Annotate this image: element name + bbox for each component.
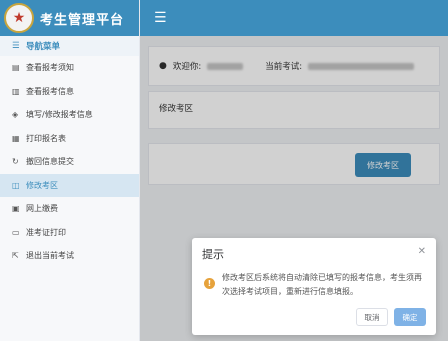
top-bar: ☰ bbox=[140, 0, 448, 36]
payment-icon: ▣ bbox=[12, 204, 20, 214]
nav-menu-header: ☰ 导航菜单 bbox=[0, 36, 139, 56]
sidebar-item-notice[interactable]: ▤ 查看报考须知 bbox=[0, 56, 139, 80]
sidebar-item-label: 准考证打印 bbox=[26, 227, 66, 237]
confirm-button[interactable]: 确定 bbox=[394, 308, 426, 326]
sidebar-item-admission-ticket[interactable]: ▭ 准考证打印 bbox=[0, 221, 139, 245]
sidebar-item-label: 查看报考须知 bbox=[26, 63, 74, 73]
dialog-message: 修改考区后系统将自动清除已填写的报考信息，考生须再次选择考试项目，重新进行信息填… bbox=[222, 273, 422, 296]
app-title: 考生管理平台 bbox=[40, 12, 125, 28]
sidebar-item-label: 填写/修改报考信息 bbox=[26, 110, 93, 120]
emblem-logo-icon: ★ bbox=[4, 3, 34, 33]
close-icon[interactable]: ✕ bbox=[418, 246, 426, 257]
sidebar-item-view-info[interactable]: ▥ 查看报考信息 bbox=[0, 80, 139, 104]
sidebar-item-label: 修改考区 bbox=[26, 180, 58, 190]
hamburger-menu-icon[interactable]: ☰ bbox=[154, 11, 167, 25]
undo-icon: ↻ bbox=[12, 157, 19, 167]
document-icon: ▤ bbox=[12, 63, 20, 73]
sidebar-item-edit-info[interactable]: ◈ 填写/修改报考信息 bbox=[0, 103, 139, 127]
file-list-icon: ▥ bbox=[12, 86, 20, 96]
sidebar-item-exit-exam[interactable]: ⇱ 退出当前考试 bbox=[0, 244, 139, 268]
nav-menu-title: 导航菜单 bbox=[26, 42, 61, 52]
sidebar-item-label: 退出当前考试 bbox=[26, 251, 74, 261]
id-card-icon: ▭ bbox=[12, 227, 20, 237]
shield-check-icon: ◈ bbox=[12, 110, 19, 120]
sidebar: ★ 考生管理平台 ☰ 导航菜单 ▤ 查看报考须知 ▥ 查看报考信息 ◈ 填写/修… bbox=[0, 0, 140, 341]
sidebar-item-withdraw[interactable]: ↻ 撤回信息提交 bbox=[0, 150, 139, 174]
confirm-dialog: 提示 ✕ ! 修改考区后系统将自动清除已填写的报考信息，考生须再次选择考试项目，… bbox=[192, 238, 436, 335]
sidebar-item-label: 撤回信息提交 bbox=[26, 157, 74, 167]
sidebar-item-label: 查看报考信息 bbox=[26, 86, 74, 96]
map-icon: ◫ bbox=[12, 180, 20, 190]
dialog-title: 提示 bbox=[202, 248, 224, 261]
cancel-button[interactable]: 取消 bbox=[356, 308, 388, 326]
sidebar-item-payment[interactable]: ▣ 网上缴费 bbox=[0, 197, 139, 221]
logo-bar: ★ 考生管理平台 bbox=[0, 0, 139, 36]
sidebar-item-print-form[interactable]: ▦ 打印报名表 bbox=[0, 127, 139, 151]
sidebar-item-change-region[interactable]: ◫ 修改考区 bbox=[0, 173, 139, 197]
sidebar-item-label: 网上缴费 bbox=[26, 204, 58, 214]
exit-icon: ⇱ bbox=[12, 251, 19, 261]
sidebar-item-label: 打印报名表 bbox=[26, 133, 66, 143]
printer-icon: ▦ bbox=[12, 133, 20, 143]
warning-icon: ! bbox=[204, 278, 215, 289]
menu-list-icon: ☰ bbox=[12, 41, 20, 51]
